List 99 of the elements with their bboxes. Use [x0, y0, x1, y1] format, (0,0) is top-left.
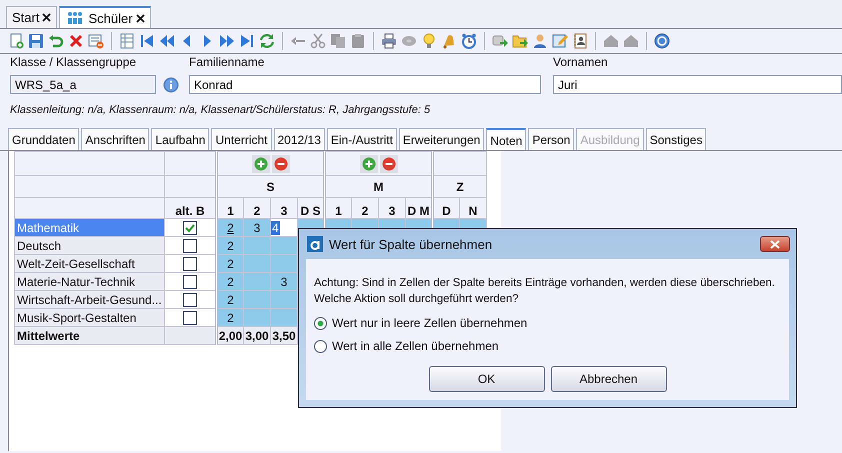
subject-cell[interactable]: Welt-Zeit-Gesellschaft: [14, 254, 164, 272]
column-header: 2: [244, 198, 270, 218]
subject-cell[interactable]: Deutsch: [14, 236, 164, 254]
grade-cell[interactable]: 2: [216, 254, 244, 272]
document-tab[interactable]: Start: [6, 6, 58, 28]
radio-button[interactable]: [314, 316, 327, 330]
dialog-button[interactable]: OK: [428, 366, 544, 392]
plus-icon: [362, 156, 376, 170]
checkbox[interactable]: [183, 274, 197, 289]
column-header: 1: [216, 198, 244, 218]
message-text: Achtung: Sind in Zellen der Spalte bereits Einträge vorhanden, werden diese überschrieben.: [314, 276, 776, 291]
tab[interactable]: Ein-/Austritt: [326, 128, 397, 150]
info-text: Klassenleitung: n/a, Klassenraum: n/a, Klassenart/Schülerstatus: R, Jahrgangsstufe: 5: [9, 103, 432, 118]
field-label: Klasse / Klassengruppe: [10, 55, 138, 69]
group-header: S: [216, 176, 324, 198]
edit-icon[interactable]: [552, 33, 568, 49]
table-icon[interactable]: [119, 33, 135, 49]
tab[interactable]: 2012/13: [274, 128, 325, 150]
subject-cell[interactable]: Wirtschaft-Arbeit-Gesund...: [14, 290, 164, 308]
add-button[interactable]: [360, 154, 378, 172]
app-logo-icon: [307, 236, 323, 252]
undo-icon[interactable]: [48, 33, 64, 49]
tab[interactable]: Erweiterungen: [398, 128, 484, 150]
remove-button[interactable]: [272, 154, 290, 172]
folder-arrow-icon[interactable]: [512, 33, 528, 49]
tab[interactable]: Noten: [486, 128, 526, 150]
tab[interactable]: Sonstiges: [646, 128, 706, 150]
option-label[interactable]: Wert nur in leere Zellen übernehmen: [332, 316, 528, 330]
address-book-icon[interactable]: [572, 33, 588, 49]
message-text: Welche Aktion soll durchgeführt werden?: [314, 292, 520, 307]
remove-button[interactable]: [380, 154, 398, 172]
printer-icon[interactable]: [381, 33, 397, 49]
bell-icon[interactable]: [441, 33, 457, 49]
person-icon[interactable]: [532, 33, 548, 49]
column-header: alt. B: [164, 198, 216, 218]
checkbox[interactable]: [183, 310, 197, 325]
minus-icon: [274, 156, 288, 170]
column-header: D: [432, 198, 460, 218]
grade-cell[interactable]: 4: [270, 218, 298, 236]
average-label: Mittelwerte: [14, 326, 164, 344]
dialog-title: Wert für Spalte übernehmen: [329, 236, 492, 252]
grade-cell[interactable]: 2: [216, 308, 244, 326]
field-label: Vornamen: [553, 55, 609, 69]
close-icon: [769, 240, 781, 248]
checkbox[interactable]: [183, 256, 197, 271]
close-icon[interactable]: [136, 14, 145, 22]
light-bulb-icon[interactable]: [421, 33, 437, 49]
option-label[interactable]: Wert in alle Zellen übernehmen: [332, 339, 499, 353]
group-header: Z: [432, 176, 486, 198]
form-remove-icon[interactable]: [88, 33, 104, 49]
text-field[interactable]: WRS_5a_a: [10, 75, 156, 94]
first-icon[interactable]: [139, 33, 155, 49]
grade-cell[interactable]: 2: [216, 290, 244, 308]
column-header: 3: [378, 198, 406, 218]
tab[interactable]: Laufbahn: [151, 128, 210, 150]
alarm-clock-icon[interactable]: [461, 33, 477, 49]
document-tab[interactable]: Schüler: [59, 6, 151, 28]
grade-cell[interactable]: 3: [244, 218, 270, 236]
grade-cell[interactable]: 2: [216, 272, 244, 290]
fast-forward-icon[interactable]: [219, 33, 235, 49]
field-label: Familienname: [189, 55, 266, 69]
delete-icon[interactable]: [68, 33, 84, 49]
info-icon[interactable]: [163, 76, 179, 92]
grade-cell[interactable]: 2: [216, 236, 244, 254]
column-header: 2: [352, 198, 378, 218]
group-icon: [67, 10, 84, 26]
text-field[interactable]: Konrad: [189, 75, 541, 94]
average-cell: 2,00: [216, 326, 244, 344]
tab[interactable]: Grunddaten: [8, 128, 80, 150]
radio-button[interactable]: [314, 340, 327, 352]
average-cell: 3,50: [270, 326, 298, 344]
grade-cell[interactable]: 2: [216, 218, 244, 236]
rewind-icon[interactable]: [159, 33, 175, 49]
tab[interactable]: Unterricht: [211, 128, 272, 150]
column-header: 3: [270, 198, 298, 218]
tab[interactable]: Person: [528, 128, 574, 150]
text-field[interactable]: Juri: [553, 75, 842, 94]
average-cell: 3,00: [244, 326, 270, 344]
column-header: 1: [324, 198, 352, 218]
group-header: M: [324, 176, 432, 198]
dialog-button[interactable]: Abbrechen: [550, 366, 666, 392]
minus-icon: [382, 156, 396, 170]
plus-icon: [254, 156, 268, 170]
refresh-icon[interactable]: [259, 33, 275, 49]
checkbox[interactable]: [183, 238, 197, 253]
box-arrow-icon[interactable]: [492, 33, 508, 49]
subject-cell[interactable]: Materie-Natur-Technik: [14, 272, 164, 290]
last-icon[interactable]: [239, 33, 255, 49]
close-button[interactable]: [760, 236, 790, 252]
subject-cell[interactable]: Musik-Sport-Gestalten: [14, 308, 164, 326]
grade-cell[interactable]: 3: [270, 272, 298, 290]
column-header: N: [460, 198, 486, 218]
tab[interactable]: Anschriften: [81, 128, 150, 150]
close-icon[interactable]: [42, 13, 52, 22]
subject-cell[interactable]: Mathematik: [14, 218, 164, 236]
new-document-icon[interactable]: [8, 33, 24, 49]
checkbox[interactable]: [183, 292, 197, 307]
checkbox[interactable]: [183, 220, 197, 235]
add-button[interactable]: [252, 154, 270, 172]
